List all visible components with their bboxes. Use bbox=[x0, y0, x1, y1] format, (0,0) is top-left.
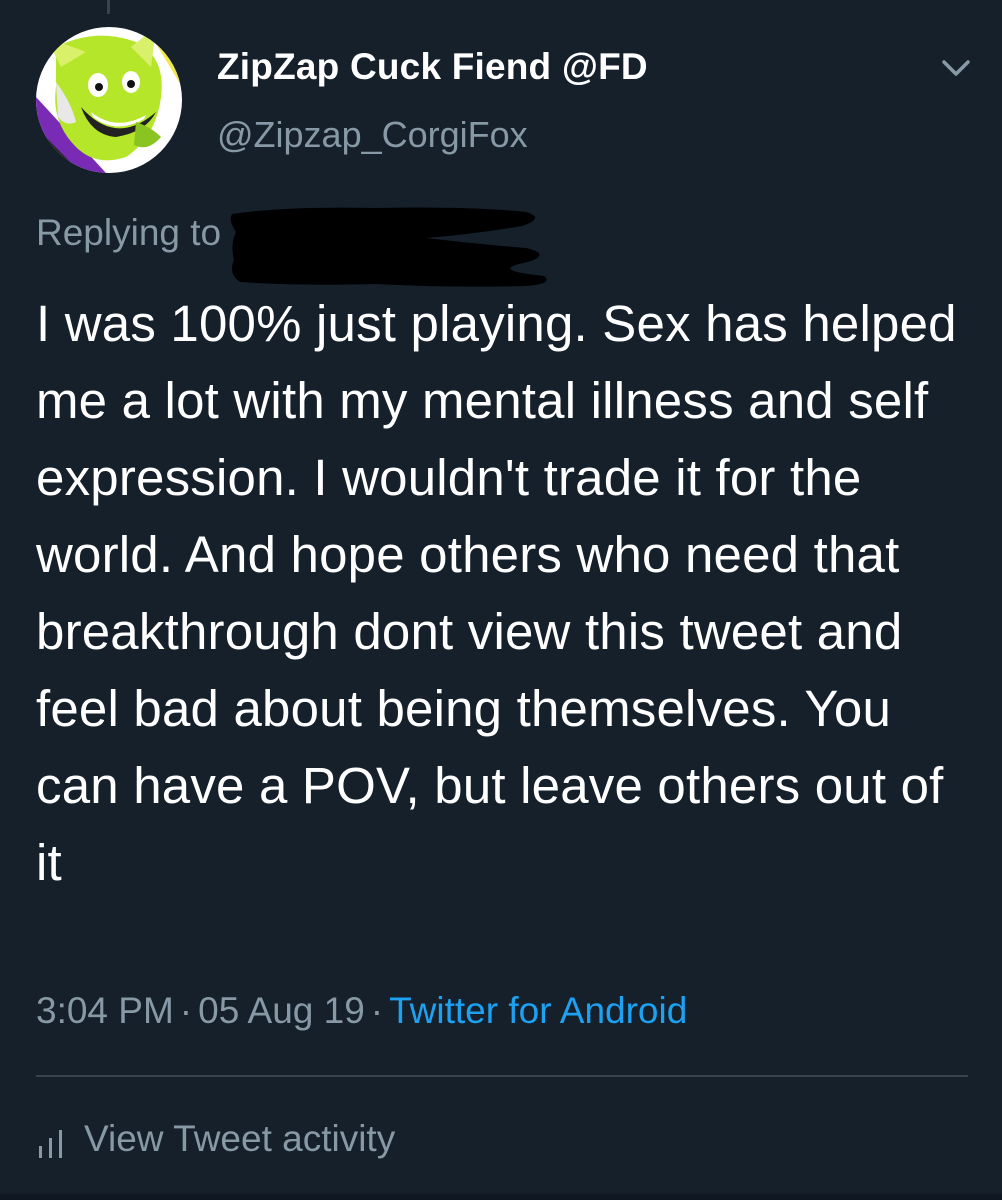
redaction-mark bbox=[226, 204, 556, 288]
tweet-time: 3:04 PM bbox=[36, 990, 174, 1031]
thread-connector-line bbox=[107, 0, 110, 14]
tweet-text: I was 100% just playing. Sex has helped … bbox=[36, 295, 957, 891]
tweet-date: 05 Aug 19 bbox=[198, 990, 365, 1031]
tweet-source-link[interactable]: Twitter for Android bbox=[389, 990, 687, 1031]
meta-separator: · bbox=[179, 990, 193, 1031]
tweet-metadata: 3:04 PM · 05 Aug 19 · Twitter for Android bbox=[36, 990, 687, 1032]
author-display-name[interactable]: ZipZap Cuck Fiend @FD bbox=[217, 46, 648, 88]
bottom-border bbox=[0, 1194, 1002, 1200]
chevron-down-icon[interactable] bbox=[934, 51, 978, 85]
replying-to-label: Replying to bbox=[36, 212, 222, 253]
bar-chart-icon bbox=[39, 1130, 62, 1158]
avatar-image bbox=[36, 27, 182, 173]
divider bbox=[36, 1075, 968, 1077]
view-tweet-activity-button[interactable]: View Tweet activity bbox=[36, 1114, 395, 1164]
meta-separator: · bbox=[370, 990, 384, 1031]
view-tweet-activity-label: View Tweet activity bbox=[84, 1118, 396, 1159]
author-handle[interactable]: @Zipzap_CorgiFox bbox=[217, 114, 528, 156]
avatar[interactable] bbox=[36, 27, 182, 173]
